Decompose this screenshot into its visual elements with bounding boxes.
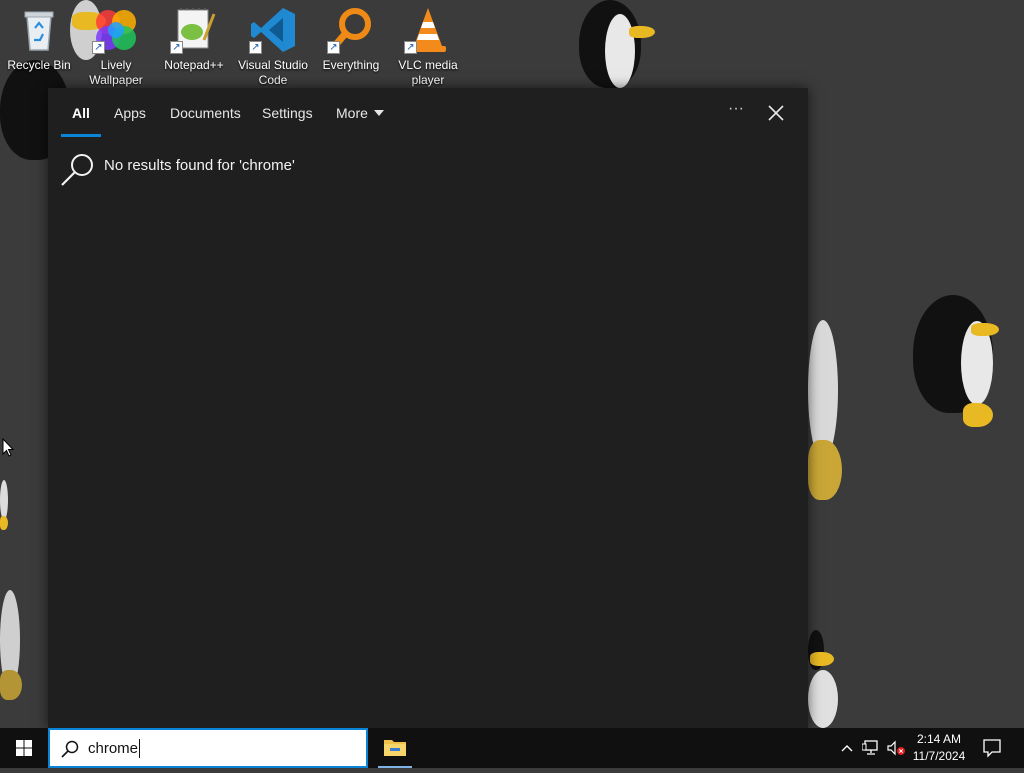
network-icon[interactable] [862,740,880,756]
tab-all[interactable]: All [72,105,90,121]
desktop-icon-label: Notepad++ [164,58,224,72]
visual-studio-code-icon: ↗ [249,6,297,54]
tab-settings[interactable]: Settings [262,105,313,121]
wallpaper-penguin [575,0,655,88]
text-cursor [139,739,140,758]
notepad-plus-plus-icon: ↗ [170,6,218,54]
shortcut-arrow-icon: ↗ [170,41,183,54]
system-tray [836,728,906,768]
start-button[interactable] [0,728,48,768]
tab-label: Documents [170,105,241,121]
search-icon [61,740,79,758]
desktop-icon-everything[interactable]: ↗ Everything [313,6,389,73]
search-input-text[interactable]: chrome [88,740,138,757]
tab-label: Apps [114,105,146,121]
more-options-button[interactable]: ··· [724,100,748,124]
action-center-button[interactable] [976,728,1008,768]
taskbar-clock[interactable]: 2:14 AM 11/7/2024 [908,731,970,765]
caret-down-icon [373,110,384,116]
wallpaper-penguin [808,310,848,510]
recycle-bin-icon [15,6,63,54]
desktop-icon-label: Lively Wallpaper [89,58,143,87]
tab-documents[interactable]: Documents [170,105,241,121]
folder-icon [384,740,406,756]
wallpaper-penguin [0,480,24,720]
wallpaper-penguin [808,630,848,728]
desktop-icon-label: Everything [322,58,380,72]
taskbar: chrome 2:14 AM 11/7/2024 [0,728,1024,768]
vlc-cone-icon: ↗ [404,6,452,54]
desktop-icon-vlc-media-player[interactable]: ↗ VLC media player [390,6,466,88]
taskbar-search-box[interactable]: chrome [48,728,368,768]
tab-apps[interactable]: Apps [114,105,146,121]
tab-more[interactable]: More [336,105,384,121]
tab-label: All [72,105,90,121]
desktop-icon-lively-wallpaper[interactable]: ↗ Lively Wallpaper [78,6,154,88]
shortcut-arrow-icon: ↗ [92,41,105,54]
clock-date: 11/7/2024 [912,749,966,763]
file-explorer-button[interactable] [374,728,416,768]
active-tab-indicator [61,134,101,137]
everything-search-icon: ↗ [327,6,375,54]
wallpaper-penguin [905,295,1015,435]
desktop-icon-notepad-plus-plus[interactable]: ↗ Notepad++ [156,6,232,73]
notification-icon [983,739,1001,758]
tab-label: More [336,105,368,121]
shortcut-arrow-icon: ↗ [327,41,340,54]
chevron-up-icon[interactable] [840,742,854,754]
close-icon [768,105,784,121]
search-filter-tabs: All Apps Documents Settings More ··· [48,88,808,138]
search-icon [61,154,93,186]
desktop-icon-label: Recycle Bin [7,58,71,72]
search-results-panel: All Apps Documents Settings More ··· No … [48,88,808,728]
desktop-icon-label: Visual Studio Code [238,58,308,87]
windows-logo-icon [16,740,32,756]
lively-wallpaper-icon: ↗ [92,6,140,54]
desktop-icon-visual-studio-code[interactable]: ↗ Visual Studio Code [235,6,311,88]
desktop-icon-recycle-bin[interactable]: Recycle Bin [1,6,77,73]
mouse-cursor-icon [2,438,14,457]
desktop-icon-label: VLC media player [398,58,458,87]
close-button[interactable] [764,101,788,125]
clock-time: 2:14 AM [916,732,962,746]
tab-label: Settings [262,105,313,121]
no-results-message: No results found for 'chrome' [104,157,295,174]
shortcut-arrow-icon: ↗ [404,41,417,54]
volume-muted-icon[interactable] [886,740,906,756]
shortcut-arrow-icon: ↗ [249,41,262,54]
